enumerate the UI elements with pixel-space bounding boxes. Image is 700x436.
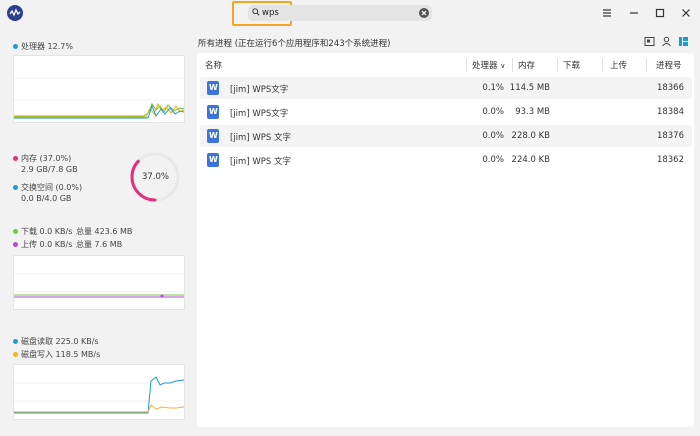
table-row[interactable]: W [jim] WPS文字 0.0% 93.3 MB 18384 xyxy=(200,101,692,123)
column-name[interactable]: 名称 xyxy=(205,59,222,71)
swap-value: 0.0 B/4.0 GB xyxy=(21,194,72,203)
process-view-icon[interactable] xyxy=(678,36,689,47)
process-cpu: 0.1% xyxy=(482,83,504,93)
wps-writer-icon: W xyxy=(207,81,219,95)
column-separator xyxy=(557,58,558,72)
column-cpu-label: 处理器 xyxy=(472,61,498,71)
download-total: 总量 423.6 MB xyxy=(76,227,133,236)
swap-legend-dot xyxy=(13,185,18,190)
table-row[interactable]: W [jim] WPS 文字 0.0% 228.0 KB 18376 xyxy=(200,125,692,147)
column-separator xyxy=(602,58,603,72)
search-field[interactable] xyxy=(248,5,432,21)
download-legend-dot xyxy=(13,229,18,234)
process-pid: 18366 xyxy=(656,83,684,93)
search-icon xyxy=(252,8,260,16)
disk-read: 磁盘读取 225.0 KB/s xyxy=(21,337,99,346)
swap-label: 交换空间 (0.0%) xyxy=(21,183,83,192)
close-icon[interactable] xyxy=(679,6,693,20)
process-name: [jim] WPS文字 xyxy=(230,109,289,119)
resource-panel: 处理器 12.7% 内存 (37.0%) 2.9 GB/7.8 GB 交换空间 … xyxy=(0,26,196,436)
process-memory: 228.0 KB xyxy=(511,131,550,141)
memory-legend-dot xyxy=(13,156,18,161)
disk-read-legend-dot xyxy=(13,339,18,344)
disk-graph xyxy=(13,364,185,420)
chevron-down-icon: ∨ xyxy=(500,62,506,70)
process-memory: 224.0 KB xyxy=(511,155,550,165)
process-pid: 18384 xyxy=(656,107,684,117)
column-separator xyxy=(646,58,647,72)
process-cpu: 0.0% xyxy=(482,107,504,117)
app-view-icon[interactable] xyxy=(644,36,655,47)
process-memory: 114.5 MB xyxy=(509,83,550,93)
cpu-legend-dot xyxy=(13,44,18,49)
search-input[interactable] xyxy=(262,6,412,20)
column-memory[interactable]: 内存 xyxy=(518,59,535,71)
menu-icon[interactable] xyxy=(600,6,614,20)
process-cpu: 0.0% xyxy=(482,155,504,165)
upload-rate: 上传 0.0 KB/s xyxy=(21,240,73,249)
process-cpu: 0.0% xyxy=(482,131,504,141)
wps-writer-icon: W xyxy=(207,153,219,167)
minimize-icon[interactable] xyxy=(627,6,641,20)
column-pid[interactable]: 进程号 xyxy=(656,59,682,71)
upload-total: 总量 7.6 MB xyxy=(76,240,123,249)
user-view-icon[interactable] xyxy=(661,36,672,47)
column-upload[interactable]: 上传 xyxy=(610,59,627,71)
cpu-label: 处理器 12.7% xyxy=(21,42,73,51)
title-bar xyxy=(0,0,700,26)
process-name: [jim] WPS文字 xyxy=(230,85,289,95)
table-row[interactable]: W [jim] WPS文字 0.1% 114.5 MB 18366 xyxy=(200,77,692,99)
column-separator xyxy=(512,58,513,72)
disk-write: 磁盘写入 118.5 MB/s xyxy=(21,350,101,359)
process-summary: 所有进程 (正在运行6个应用程序和243个系统进程) xyxy=(198,39,391,49)
table-row[interactable]: W [jim] WPS 文字 0.0% 224.0 KB 18362 xyxy=(200,149,692,171)
cpu-graph xyxy=(13,55,185,123)
maximize-icon[interactable] xyxy=(653,6,667,20)
memory-value: 2.9 GB/7.8 GB xyxy=(21,165,78,174)
process-pid: 18362 xyxy=(656,155,684,165)
process-name: [jim] WPS 文字 xyxy=(230,133,291,143)
memory-percent: 37.0% xyxy=(142,172,170,182)
wps-writer-icon: W xyxy=(207,105,219,119)
process-pid: 18376 xyxy=(656,131,684,141)
memory-label: 内存 (37.0%) xyxy=(21,154,72,163)
wps-writer-icon: W xyxy=(207,129,219,143)
process-memory: 93.3 MB xyxy=(515,107,550,117)
upload-legend-dot xyxy=(13,242,18,247)
column-download[interactable]: 下载 xyxy=(563,59,580,71)
disk-write-legend-dot xyxy=(13,352,18,357)
network-graph xyxy=(13,255,185,310)
column-cpu[interactable]: 处理器 ∨ xyxy=(472,59,505,71)
column-separator xyxy=(466,58,467,72)
clear-icon[interactable] xyxy=(419,8,429,18)
download-rate: 下载 0.0 KB/s xyxy=(21,227,73,236)
process-name: [jim] WPS 文字 xyxy=(230,157,291,167)
system-monitor-icon xyxy=(7,5,23,21)
